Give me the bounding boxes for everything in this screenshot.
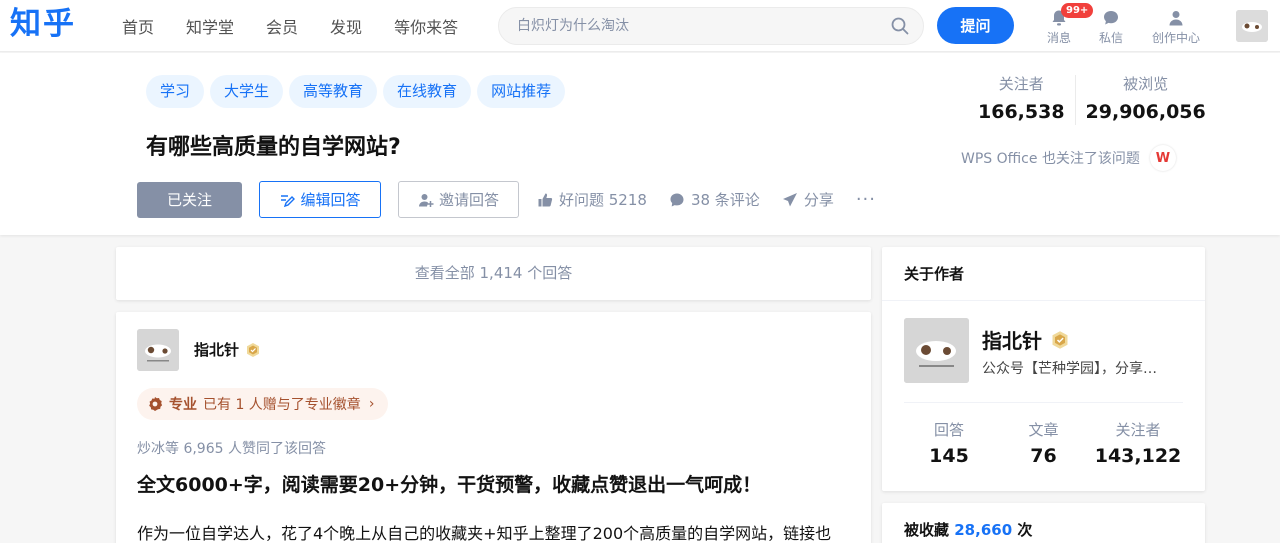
edit-answer-label: 编辑回答 — [300, 191, 361, 209]
search-icon[interactable] — [891, 17, 909, 35]
avatar-image — [1236, 10, 1268, 42]
professional-badge[interactable]: 专业 已有 1 人赠与了专业徽章 › — [137, 388, 389, 420]
creator-icon — [1169, 11, 1183, 26]
upvoters-text[interactable]: 炒冰等 6,965 人赞同了该回答 — [137, 438, 326, 458]
pro-badge-text: 已有 1 人赠与了专业徽章 — [203, 397, 361, 413]
followed-button[interactable]: 已关注 — [137, 181, 242, 218]
author-card-description: 公众号【芒种学园】，分享… — [982, 361, 1157, 377]
pro-label: 专业 — [169, 397, 197, 413]
question-title[interactable]: 有哪些高质量的自学网站? — [146, 129, 401, 161]
verified-badge-icon — [247, 342, 260, 357]
invite-user-icon — [418, 193, 434, 207]
answer-author-avatar[interactable] — [137, 329, 179, 371]
followers-label: 关注者 — [998, 75, 1044, 93]
creator-center-label: 创作中心 — [1151, 31, 1200, 45]
zhihu-logo[interactable]: 知乎 — [10, 4, 76, 44]
good-question-label: 好问题 5218 — [559, 191, 647, 209]
good-question-button[interactable]: 好问题 5218 — [537, 189, 647, 210]
author-stats: 回答 145 文章 76 关注者 143,122 — [902, 419, 1185, 467]
answer-author[interactable]: 指北针 — [194, 339, 261, 360]
about-author-card: 关于作者 指北针 公众号【芒种学园】，分享… 回答 145 文章 76 关注者 — [882, 247, 1205, 491]
topic-tags: 学习 大学生 高等教育 在线教育 网站推荐 — [146, 75, 571, 108]
chat-bubble-icon — [1104, 11, 1118, 25]
nav-membership[interactable]: 会员 — [266, 14, 298, 38]
author-stat-label: 关注者 — [1115, 421, 1161, 439]
card-divider — [904, 402, 1183, 403]
views-stat: 被浏览 29,906,056 — [1076, 73, 1216, 125]
nav-waiting-answers[interactable]: 等你来答 — [394, 14, 458, 38]
author-card-name-text: 指北针 — [982, 329, 1042, 353]
collected-unit: 次 — [1017, 521, 1033, 539]
share-button[interactable]: 分享 — [782, 189, 834, 210]
author-card-name[interactable]: 指北针 — [982, 325, 1070, 354]
author-avatar-image — [137, 329, 179, 371]
comments-label: 38 条评论 — [690, 191, 760, 209]
comments-button[interactable]: 38 条评论 — [669, 189, 760, 210]
invite-answer-label: 邀请回答 — [438, 191, 499, 209]
author-stat-value: 143,122 — [1094, 445, 1182, 467]
edit-icon — [281, 194, 296, 207]
author-followers-stat[interactable]: 关注者 143,122 — [1091, 419, 1185, 467]
answer-author-name: 指北针 — [194, 341, 240, 359]
answer-card: 指北针 专业 已有 1 人赠与了专业徽章 › 炒冰等 6,965 人赞同了该回答… — [116, 312, 871, 543]
top-navigation-bar: 知乎 首页 知学堂 会员 发现 等你来答 提问 消息 99+ 私信 创作中心 — [0, 0, 1280, 52]
author-card-avatar[interactable] — [904, 318, 969, 383]
topic-tag[interactable]: 高等教育 — [289, 75, 378, 108]
chevron-right-icon: › — [368, 396, 375, 412]
direct-messages-button[interactable]: 私信 — [1081, 9, 1141, 46]
answer-headline: 全文6000+字，阅读需要20+分钟，干货预警，收藏点赞退出一气呵成！ — [137, 474, 762, 496]
author-stat-label: 文章 — [1028, 421, 1059, 439]
author-stat-label: 回答 — [933, 421, 964, 439]
author-stat-value: 76 — [1030, 445, 1057, 467]
author-answers-stat[interactable]: 回答 145 — [902, 419, 996, 467]
about-author-title: 关于作者 — [882, 247, 1205, 301]
views-label: 被浏览 — [1123, 75, 1169, 93]
main-nav: 首页 知学堂 会员 发现 等你来答 — [122, 0, 490, 52]
question-header: 学习 大学生 高等教育 在线教育 网站推荐 有哪些高质量的自学网站? 关注者 1… — [0, 53, 1280, 235]
invite-answer-button[interactable]: 邀请回答 — [398, 181, 519, 218]
topic-tag[interactable]: 学习 — [146, 75, 205, 108]
answer-body-text[interactable]: 作为一位自学达人，花了4个晚上从自己的收藏夹+知乎上整理了200个高质量的自学网… — [137, 520, 831, 543]
author-card-avatar-image — [904, 318, 969, 383]
wps-note-text: WPS Office 也关注了该问题 — [961, 151, 1140, 167]
author-articles-stat[interactable]: 文章 76 — [997, 419, 1091, 467]
followers-count: 166,538 — [978, 101, 1065, 123]
views-count: 29,906,056 — [1085, 101, 1206, 123]
author-stat-value: 145 — [929, 445, 969, 467]
comment-icon — [670, 193, 684, 206]
question-stats: 关注者 166,538 被浏览 29,906,056 — [968, 73, 1216, 125]
messages-label: 消息 — [1046, 31, 1071, 45]
collected-card: 被收藏 28,660 次 — [882, 503, 1205, 543]
pro-badge-icon — [149, 397, 163, 411]
topic-tag[interactable]: 在线教育 — [383, 75, 472, 108]
nav-home[interactable]: 首页 — [122, 14, 154, 38]
thumbs-up-icon — [538, 193, 553, 206]
nav-discover[interactable]: 发现 — [330, 14, 362, 38]
share-icon — [782, 192, 797, 206]
ask-question-button[interactable]: 提问 — [937, 7, 1014, 44]
collected-label: 被收藏 — [904, 521, 950, 539]
more-options-button[interactable]: ··· — [856, 189, 876, 210]
question-actions: 已关注 编辑回答 邀请回答 好问题 5218 38 条评论 分享 ··· — [137, 181, 876, 218]
topic-tag[interactable]: 大学生 — [210, 75, 284, 108]
followers-stat[interactable]: 关注者 166,538 — [968, 73, 1075, 125]
share-label: 分享 — [803, 191, 834, 209]
user-avatar[interactable] — [1236, 10, 1268, 42]
verified-badge-icon — [1052, 330, 1068, 349]
collected-count: 28,660 — [954, 521, 1013, 539]
search-box — [498, 7, 924, 45]
messages-button[interactable]: 消息 99+ — [1029, 3, 1094, 46]
wps-logo-icon: W — [1149, 145, 1176, 171]
search-input[interactable] — [517, 8, 877, 44]
nav-zhixuetang[interactable]: 知学堂 — [186, 14, 234, 38]
view-all-answers-button[interactable]: 查看全部 1,414 个回答 — [116, 247, 871, 300]
wps-follow-note[interactable]: WPS Office 也关注了该问题 W — [961, 145, 1176, 171]
topic-tag[interactable]: 网站推荐 — [477, 75, 566, 108]
edit-answer-button[interactable]: 编辑回答 — [259, 181, 381, 218]
creator-center-button[interactable]: 创作中心 — [1146, 9, 1206, 46]
collected-row: 被收藏 28,660 次 — [904, 519, 1032, 540]
direct-messages-label: 私信 — [1098, 31, 1123, 45]
